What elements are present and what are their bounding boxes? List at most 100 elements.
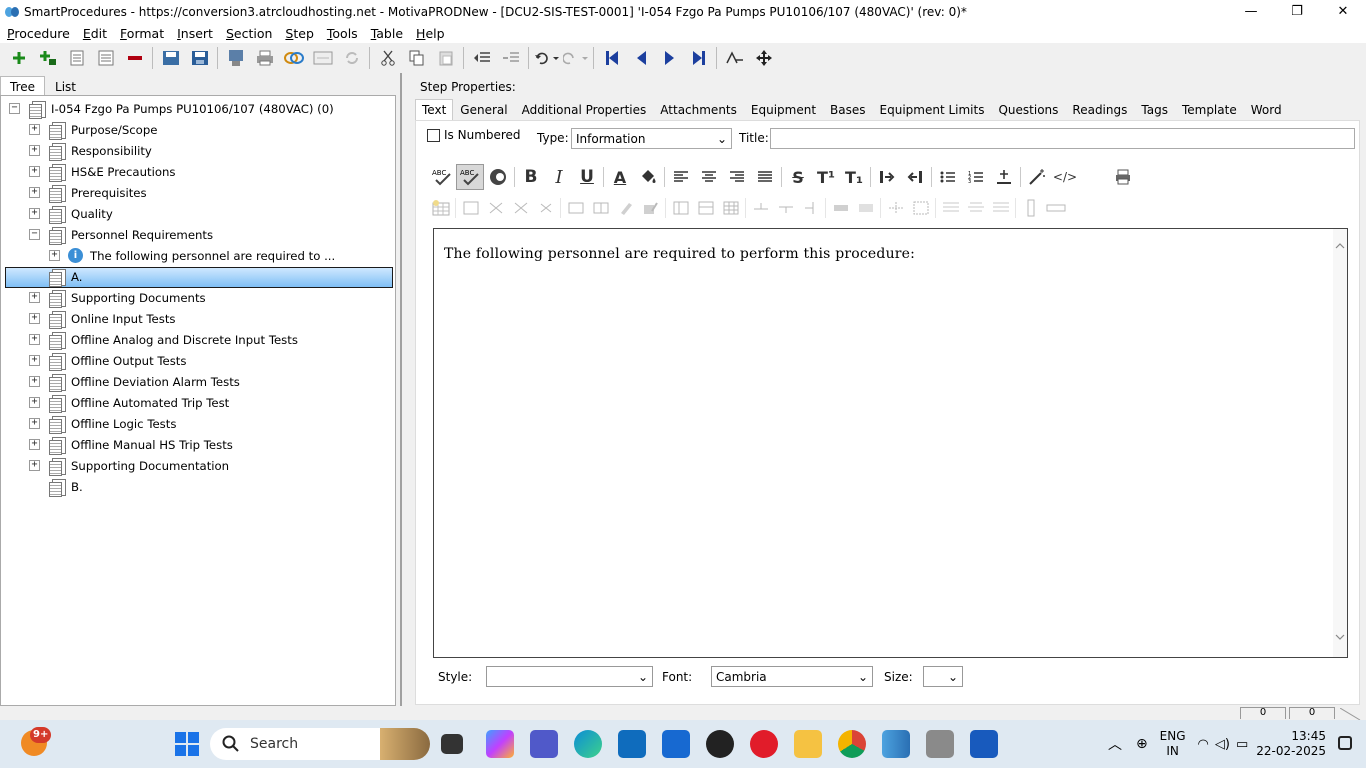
paste-icon[interactable] (431, 45, 460, 71)
tree-item[interactable]: + Offline Deviation Alarm Tests (29, 371, 240, 392)
size-dropdown[interactable]: ⌄ (923, 666, 963, 687)
tree-item[interactable]: − Personnel Requirements (29, 224, 213, 245)
insert-line-icon[interactable] (990, 164, 1018, 190)
chevron-up-icon[interactable]: ︿ (1108, 734, 1122, 754)
table-row-icon[interactable] (458, 198, 483, 218)
battery-icon[interactable]: ▭ (1236, 737, 1248, 752)
align-middle-icon[interactable] (963, 198, 988, 218)
expand-icon[interactable]: + (29, 313, 40, 324)
align-bottom-icon[interactable] (988, 198, 1013, 218)
table-shade-icon[interactable] (853, 198, 878, 218)
copilot-icon[interactable] (486, 730, 514, 758)
expand-icon[interactable]: + (29, 145, 40, 156)
font-style-icon[interactable] (484, 164, 512, 190)
expand-icon[interactable]: + (29, 460, 40, 471)
wifi-icon[interactable]: ◠ (1198, 737, 1209, 752)
strikethrough-button[interactable]: S (784, 164, 812, 190)
refresh-icon[interactable] (337, 45, 366, 71)
tab-bases[interactable]: Bases (823, 99, 872, 120)
expand-icon[interactable]: + (29, 439, 40, 450)
cell-edit-icon[interactable] (613, 198, 638, 218)
tab-equipment-limits[interactable]: Equipment Limits (873, 99, 992, 120)
remote-desktop-icon[interactable] (926, 730, 954, 758)
menu-step[interactable]: Step (278, 26, 319, 41)
expand-icon[interactable]: + (29, 208, 40, 219)
menu-help[interactable]: Help (409, 26, 451, 41)
expand-icon[interactable]: + (29, 124, 40, 135)
expand-icon[interactable]: + (29, 187, 40, 198)
editor-scrollbar[interactable] (1333, 229, 1347, 657)
windows-start-icon[interactable] (175, 732, 199, 756)
menu-insert[interactable]: Insert (170, 26, 219, 41)
network-status-icon[interactable]: ⊕ (1136, 736, 1148, 752)
row-height-icon[interactable] (693, 198, 718, 218)
previous-step-icon[interactable] (626, 45, 655, 71)
magic-wand-icon[interactable] (1023, 164, 1051, 190)
minimize-button[interactable]: — (1228, 0, 1274, 23)
align-top-icon[interactable] (938, 198, 963, 218)
smartprocedures-icon[interactable] (882, 730, 910, 758)
tree-item[interactable]: + Online Input Tests (29, 308, 176, 329)
menu-format[interactable]: Format (113, 26, 170, 41)
tab-additional-properties[interactable]: Additional Properties (515, 99, 654, 120)
justify-icon[interactable] (751, 164, 779, 190)
clock[interactable]: 13:45 22-02-2025 (1256, 729, 1326, 759)
last-step-icon[interactable] (684, 45, 713, 71)
insert-col-icon[interactable] (798, 198, 823, 218)
edge-icon[interactable] (574, 730, 602, 758)
tree-item[interactable]: + Purpose/Scope (29, 119, 157, 140)
table-col-icon[interactable] (483, 198, 508, 218)
tree-item-selected[interactable]: + i The following personnel are required t… (49, 245, 335, 266)
tree-item[interactable]: + Quality (29, 203, 113, 224)
editor-content[interactable]: The following personnel are required to … (444, 246, 915, 262)
move-icon[interactable] (749, 45, 778, 71)
link-icon[interactable] (279, 45, 308, 71)
cut-icon[interactable] (373, 45, 402, 71)
menu-tools[interactable]: Tools (320, 26, 364, 41)
tree-item[interactable]: + Offline Logic Tests (29, 413, 176, 434)
next-step-icon[interactable] (655, 45, 684, 71)
tab-tags[interactable]: Tags (1134, 99, 1175, 120)
expand-icon[interactable]: + (29, 166, 40, 177)
html-source-button[interactable]: </> (1051, 164, 1079, 190)
is-numbered-checkbox[interactable] (427, 128, 440, 142)
font-dropdown[interactable]: Cambria ⌄ (711, 666, 873, 687)
collapse-icon[interactable]: − (29, 229, 40, 240)
expand-icon[interactable]: + (29, 292, 40, 303)
outdent-icon[interactable] (467, 45, 496, 71)
expand-icon[interactable]: + (29, 355, 40, 366)
close-button[interactable]: ✕ (1320, 0, 1366, 23)
redo-icon[interactable] (561, 45, 590, 71)
tree-item[interactable]: + Offline Automated Trip Test (29, 392, 229, 413)
tree-item[interactable]: + Offline Output Tests (29, 350, 186, 371)
step-text-editor[interactable]: The following personnel are required to … (433, 228, 1348, 658)
tab-template[interactable]: Template (1175, 99, 1244, 120)
tab-equipment[interactable]: Equipment (744, 99, 823, 120)
tree-item[interactable]: A. (48, 266, 83, 287)
tab-attachments[interactable]: Attachments (653, 99, 744, 120)
store-icon[interactable] (618, 730, 646, 758)
decrease-indent-icon[interactable] (901, 164, 929, 190)
expand-icon[interactable]: + (29, 397, 40, 408)
tab-general[interactable]: General (453, 99, 514, 120)
table-props-icon[interactable] (883, 198, 908, 218)
align-center-icon[interactable] (695, 164, 723, 190)
menu-edit[interactable]: Edit (76, 26, 113, 41)
expand-list-button[interactable] (91, 45, 120, 71)
save-icon[interactable] (185, 45, 214, 71)
align-left-icon[interactable] (667, 164, 695, 190)
insert-row-below-icon[interactable] (773, 198, 798, 218)
find-replace-icon[interactable] (720, 45, 749, 71)
language-indicator[interactable]: ENG IN (1160, 729, 1186, 759)
notifications-icon[interactable] (1338, 736, 1352, 750)
tree-root[interactable]: − I-054 Fzgo Pa Pumps PU10106/107 (480VA… (9, 98, 334, 119)
tab-word[interactable]: Word (1244, 99, 1289, 120)
form-icon[interactable] (308, 45, 337, 71)
delete-col-icon[interactable] (533, 198, 558, 218)
delete-row-icon[interactable] (508, 198, 533, 218)
spellcheck-icon[interactable]: ABC (428, 164, 456, 190)
increase-indent-icon[interactable] (873, 164, 901, 190)
tree-item[interactable]: B. (48, 476, 83, 497)
tree-item[interactable]: + Responsibility (29, 140, 152, 161)
dell-icon[interactable] (706, 730, 734, 758)
